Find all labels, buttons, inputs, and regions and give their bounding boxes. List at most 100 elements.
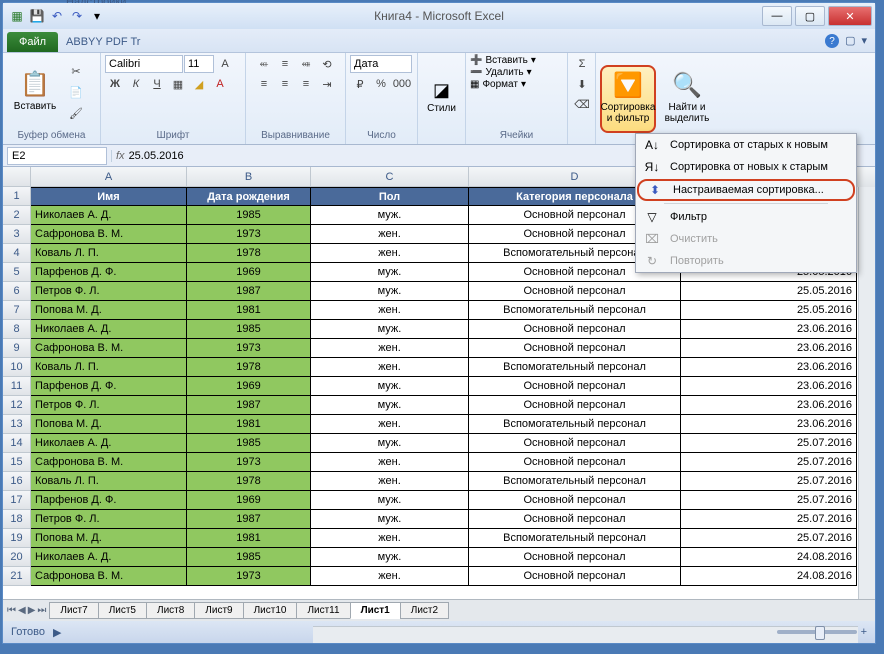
cell[interactable]: Попова М. Д.: [31, 301, 187, 320]
sheet-tab[interactable]: Лист8: [146, 602, 195, 619]
cell[interactable]: Основной персонал: [469, 377, 681, 396]
cell[interactable]: 1969: [187, 263, 311, 282]
cell[interactable]: 1973: [187, 453, 311, 472]
column-header[interactable]: B: [187, 167, 311, 187]
cell[interactable]: жен.: [311, 415, 469, 434]
cell[interactable]: муж.: [311, 320, 469, 339]
cell[interactable]: 23.06.2016: [681, 339, 857, 358]
cell[interactable]: Основной персонал: [469, 453, 681, 472]
cell[interactable]: жен.: [311, 453, 469, 472]
menu-sort-new-to-old[interactable]: Я↓ Сортировка от новых к старым: [636, 156, 856, 178]
row-header[interactable]: 8: [3, 320, 31, 339]
cell[interactable]: Николаев А. Д.: [31, 206, 187, 225]
cell[interactable]: Сафронова В. М.: [31, 225, 187, 244]
horizontal-scrollbar[interactable]: [313, 626, 858, 643]
fill-icon[interactable]: ⬇: [572, 75, 592, 93]
cell[interactable]: Вспомогательный персонал: [469, 529, 681, 548]
cell[interactable]: муж.: [311, 282, 469, 301]
save-icon[interactable]: 💾: [29, 8, 45, 24]
cell[interactable]: Вспомогательный персонал: [469, 472, 681, 491]
row-header[interactable]: 17: [3, 491, 31, 510]
qat-dropdown-icon[interactable]: ▾: [89, 8, 105, 24]
cell[interactable]: Вспомогательный персонал: [469, 301, 681, 320]
column-header[interactable]: C: [311, 167, 469, 187]
fx-icon[interactable]: fx: [116, 150, 125, 162]
cell[interactable]: Николаев А. Д.: [31, 434, 187, 453]
cell[interactable]: Вспомогательный персонал: [469, 415, 681, 434]
cell[interactable]: 25.07.2016: [681, 491, 857, 510]
row-header[interactable]: 5: [3, 263, 31, 282]
ribbon-options-icon[interactable]: ▾: [861, 34, 867, 48]
row-header[interactable]: 16: [3, 472, 31, 491]
table-header-cell[interactable]: Дата рождения: [187, 187, 311, 206]
row-header[interactable]: 12: [3, 396, 31, 415]
cell[interactable]: Коваль Л. П.: [31, 244, 187, 263]
sheet-tab[interactable]: Лист5: [98, 602, 147, 619]
cell[interactable]: Сафронова В. М.: [31, 339, 187, 358]
cell[interactable]: 1987: [187, 510, 311, 529]
cell[interactable]: 24.08.2016: [681, 567, 857, 586]
row-header[interactable]: 15: [3, 453, 31, 472]
cell[interactable]: 23.06.2016: [681, 415, 857, 434]
cell[interactable]: 1978: [187, 358, 311, 377]
row-header[interactable]: 19: [3, 529, 31, 548]
table-header-cell[interactable]: Пол: [311, 187, 469, 206]
align-bottom-icon[interactable]: ⬵: [296, 55, 316, 73]
file-tab[interactable]: Файл: [7, 32, 58, 52]
align-right-icon[interactable]: ≡: [296, 75, 316, 93]
cell[interactable]: 1973: [187, 225, 311, 244]
help-icon[interactable]: ?: [825, 34, 839, 48]
cell[interactable]: жен.: [311, 472, 469, 491]
row-header[interactable]: 10: [3, 358, 31, 377]
menu-filter[interactable]: ▽ Фильтр: [636, 206, 856, 228]
cell[interactable]: жен.: [311, 244, 469, 263]
align-center-icon[interactable]: ≡: [275, 75, 295, 93]
find-select-button[interactable]: 🔍 Найти и выделить: [659, 65, 715, 133]
cell[interactable]: 1981: [187, 415, 311, 434]
redo-icon[interactable]: ↷: [69, 8, 85, 24]
cell[interactable]: 1985: [187, 548, 311, 567]
cell[interactable]: 23.06.2016: [681, 377, 857, 396]
percent-icon[interactable]: %: [371, 75, 391, 93]
cell[interactable]: Основной персонал: [469, 434, 681, 453]
insert-cells-button[interactable]: ➕Вставить ▾: [470, 55, 563, 66]
sheet-tab[interactable]: Лист10: [243, 602, 298, 619]
row-header[interactable]: 7: [3, 301, 31, 320]
row-header[interactable]: 1: [3, 187, 31, 206]
cell[interactable]: Парфенов Д. Ф.: [31, 491, 187, 510]
cell[interactable]: муж.: [311, 510, 469, 529]
cell[interactable]: муж.: [311, 548, 469, 567]
name-box[interactable]: E2: [7, 147, 107, 165]
row-header[interactable]: 2: [3, 206, 31, 225]
next-sheet-icon[interactable]: ▶: [28, 605, 36, 616]
minimize-ribbon-icon[interactable]: ▢: [845, 34, 855, 48]
table-header-cell[interactable]: Имя: [31, 187, 187, 206]
cell[interactable]: Николаев А. Д.: [31, 548, 187, 567]
orientation-icon[interactable]: ⟲: [317, 55, 337, 73]
cell[interactable]: жен.: [311, 358, 469, 377]
sheet-tab[interactable]: Лист11: [296, 602, 350, 619]
sheet-tab[interactable]: Лист9: [194, 602, 243, 619]
cell[interactable]: 25.07.2016: [681, 529, 857, 548]
cell[interactable]: жен.: [311, 301, 469, 320]
cell[interactable]: 1969: [187, 491, 311, 510]
cell[interactable]: 25.05.2016: [681, 301, 857, 320]
cell[interactable]: муж.: [311, 377, 469, 396]
sort-filter-button[interactable]: 🔽 Сортировка и фильтр: [600, 65, 656, 133]
cell[interactable]: 25.07.2016: [681, 453, 857, 472]
cell[interactable]: Основной персонал: [469, 491, 681, 510]
cell[interactable]: 1969: [187, 377, 311, 396]
delete-cells-button[interactable]: ➖Удалить ▾: [470, 67, 563, 78]
font-color-icon[interactable]: A: [210, 75, 230, 93]
undo-icon[interactable]: ↶: [49, 8, 65, 24]
row-header[interactable]: 14: [3, 434, 31, 453]
cell[interactable]: 1981: [187, 301, 311, 320]
cell[interactable]: Парфенов Д. Ф.: [31, 263, 187, 282]
cell[interactable]: Попова М. Д.: [31, 529, 187, 548]
row-header[interactable]: 3: [3, 225, 31, 244]
cell[interactable]: муж.: [311, 263, 469, 282]
cell[interactable]: 24.08.2016: [681, 548, 857, 567]
cell[interactable]: Основной персонал: [469, 339, 681, 358]
styles-button[interactable]: ◪ Стили: [422, 64, 461, 132]
zoom-in-icon[interactable]: +: [861, 626, 867, 638]
